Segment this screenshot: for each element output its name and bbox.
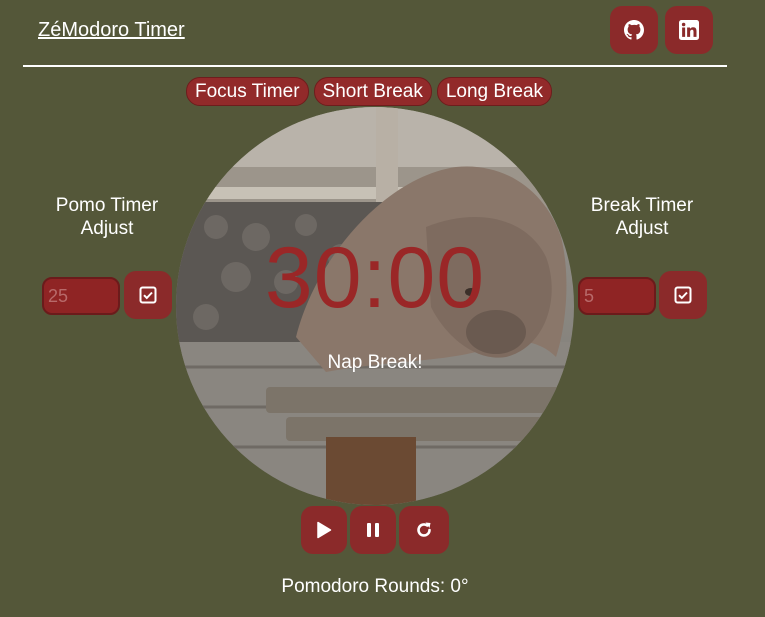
linkedin-button[interactable] — [665, 6, 713, 54]
break-adjust-title: Break Timer Adjust — [567, 194, 717, 240]
play-icon — [317, 521, 332, 539]
pomo-adjust-title-line2: Adjust — [80, 218, 134, 239]
pomo-minutes-input[interactable] — [42, 277, 120, 315]
pomo-adjust-title-line1: Pomo Timer — [55, 195, 159, 216]
focus-timer-button[interactable]: Focus Timer — [186, 77, 309, 106]
reset-button[interactable] — [399, 506, 449, 554]
github-button[interactable] — [610, 6, 658, 54]
checkbox-icon — [674, 286, 692, 304]
play-button[interactable] — [301, 506, 347, 554]
app-title-link[interactable]: ZéModoro Timer — [38, 19, 185, 42]
pomo-confirm-button[interactable] — [124, 271, 172, 319]
linkedin-icon — [679, 20, 699, 40]
reset-icon — [417, 522, 431, 537]
mode-tabs: Focus Timer Short Break Long Break — [186, 77, 553, 106]
break-adjust-title-line1: Break Timer — [590, 195, 694, 216]
timer-status: Nap Break! — [327, 352, 423, 373]
short-break-button[interactable]: Short Break — [313, 77, 432, 106]
timer-display: 30:00 — [264, 230, 486, 326]
break-confirm-button[interactable] — [659, 271, 707, 319]
break-minutes-input[interactable] — [578, 277, 656, 315]
pause-icon — [367, 523, 379, 537]
pomo-adjust-title: Pomo Timer Adjust — [32, 194, 182, 240]
break-adjust-title-line2: Adjust — [615, 218, 669, 239]
checkbox-icon — [139, 286, 157, 304]
pause-button[interactable] — [350, 506, 396, 554]
long-break-button[interactable]: Long Break — [436, 77, 553, 106]
pomodoro-rounds: Pomodoro Rounds: 0° — [281, 576, 469, 597]
github-icon — [624, 20, 644, 40]
header-divider — [23, 65, 727, 67]
